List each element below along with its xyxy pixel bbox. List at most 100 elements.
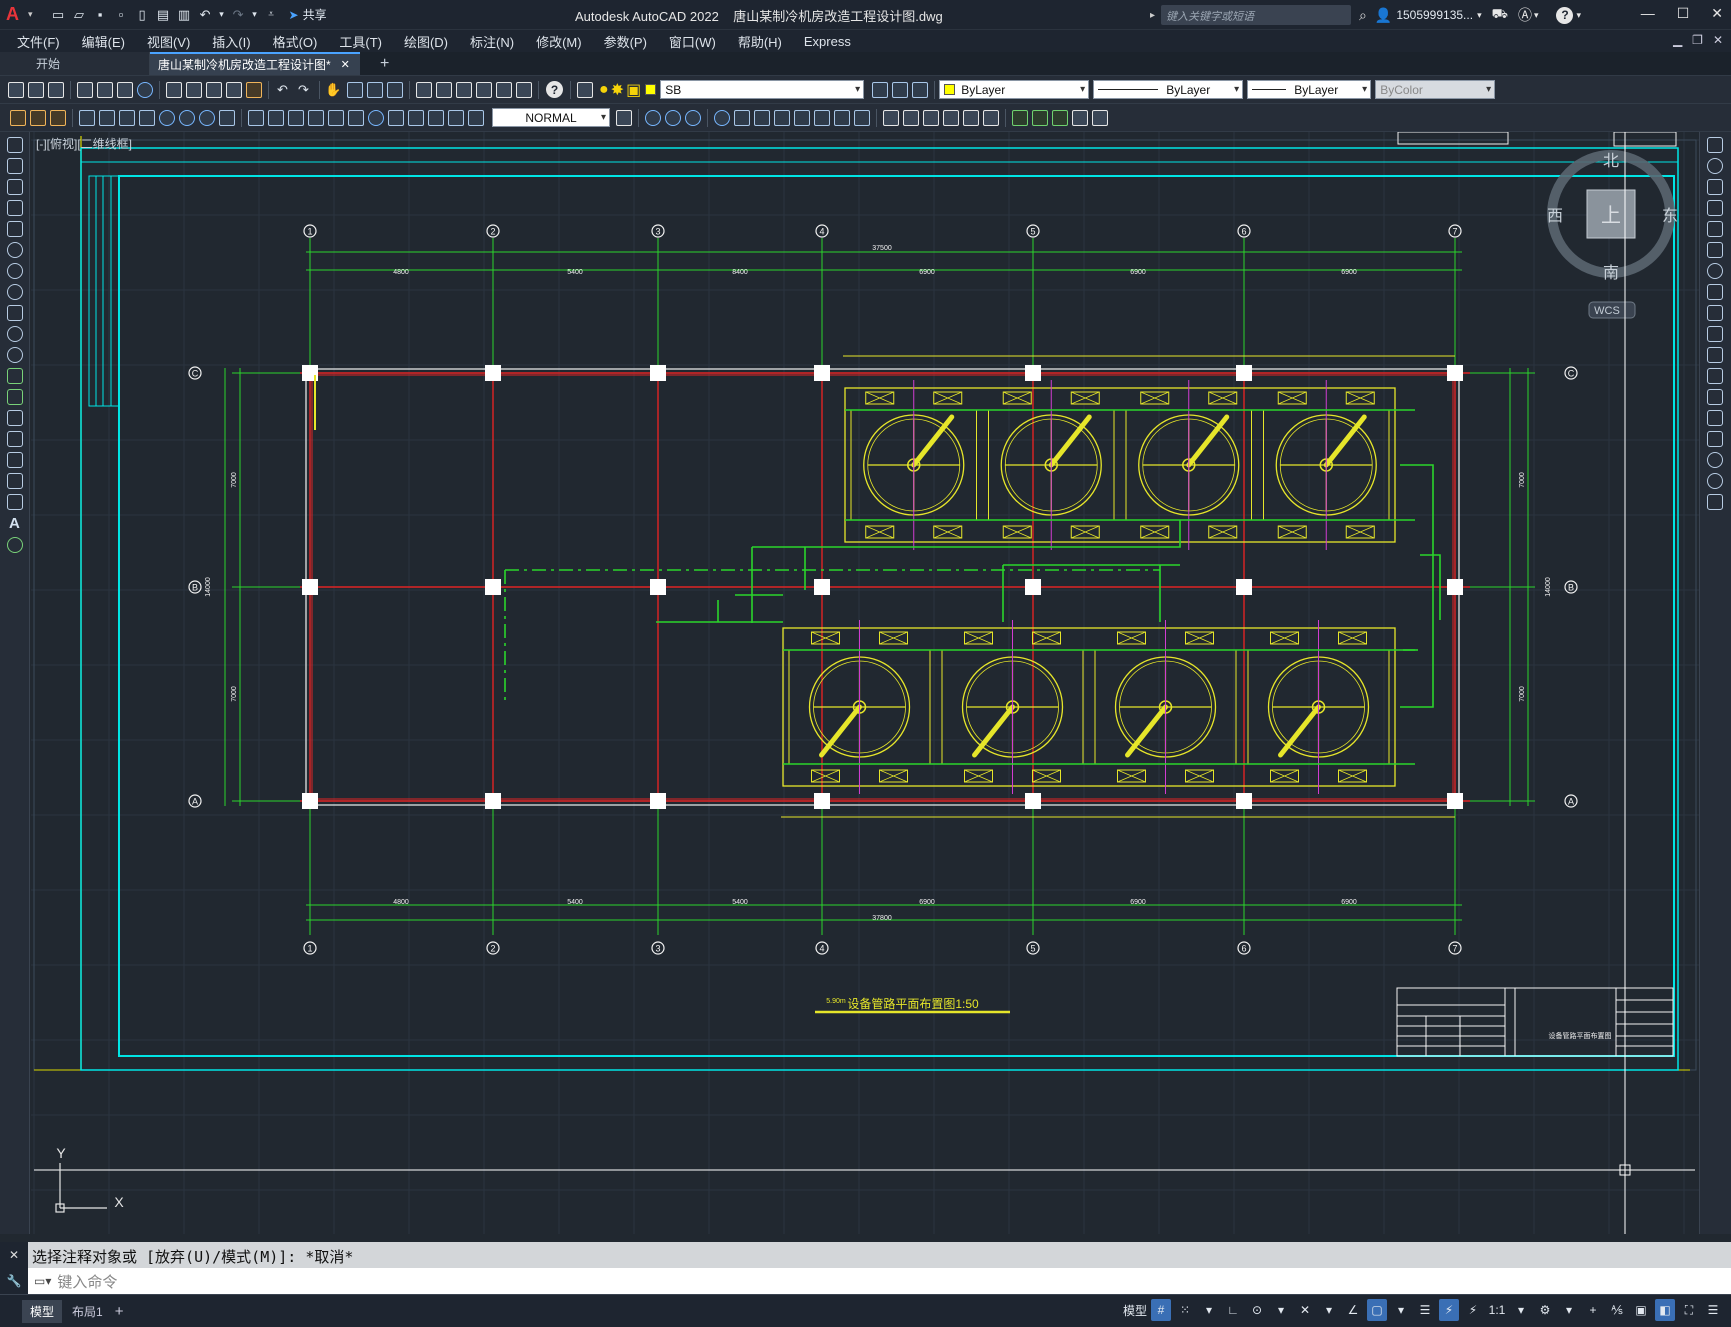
array-icon[interactable] xyxy=(1707,221,1723,237)
center-mark-icon[interactable] xyxy=(368,109,384,126)
ortho-icon[interactable]: ∟ xyxy=(1223,1299,1243,1321)
ucs-face-icon[interactable] xyxy=(774,109,790,126)
send-back-icon[interactable] xyxy=(50,109,66,126)
radius-dimension-icon[interactable] xyxy=(159,109,175,126)
new-tab-icon[interactable]: + xyxy=(380,55,389,73)
quickcalc-icon[interactable] xyxy=(516,81,532,98)
linetype-dropdown[interactable]: ByLayer ▾ xyxy=(1093,80,1244,99)
break-icon[interactable] xyxy=(1707,389,1723,405)
point-icon[interactable] xyxy=(7,410,23,426)
ordinate-dimension-icon[interactable] xyxy=(139,109,155,126)
cut-icon[interactable] xyxy=(166,81,182,98)
menu-item[interactable]: 工具(T) xyxy=(328,32,393,51)
menu-item[interactable]: 参数(P) xyxy=(593,32,658,51)
view-front-icon[interactable] xyxy=(645,109,661,126)
ucs-icon[interactable] xyxy=(714,109,730,126)
view-left-icon[interactable] xyxy=(685,109,701,126)
insert-block-icon[interactable] xyxy=(1012,109,1028,126)
stretch-icon[interactable] xyxy=(1707,305,1723,321)
trim-icon[interactable] xyxy=(1707,326,1723,342)
baseline-dimension-icon[interactable] xyxy=(268,109,284,126)
dimension-break-icon[interactable] xyxy=(328,109,344,126)
cart-icon[interactable]: ⛟ xyxy=(1492,6,1508,24)
construction-line-icon[interactable] xyxy=(7,158,23,174)
customize-status-icon[interactable]: ☰ xyxy=(1703,1299,1723,1321)
wcs-button[interactable]: WCS xyxy=(1594,305,1620,317)
dimstyle-dropdown[interactable]: NORMAL ▾ xyxy=(492,108,610,127)
color-dropdown[interactable]: ByLayer ▾ xyxy=(939,80,1090,99)
object-snap-icon[interactable]: ▢ xyxy=(1367,1299,1387,1321)
polar-tracking-icon[interactable]: ⊙ xyxy=(1247,1299,1267,1321)
undo-tool-icon[interactable]: ↶ xyxy=(273,80,292,99)
redo-dropdown-icon[interactable]: ▾ xyxy=(250,5,260,24)
3d-dwf-icon[interactable] xyxy=(137,81,153,98)
plotstyle-dropdown[interactable]: ByColor ▾ xyxy=(1375,80,1496,99)
pan-icon[interactable]: ✋ xyxy=(324,80,343,99)
plot-preview-icon[interactable] xyxy=(97,81,113,98)
zoom-window-icon[interactable] xyxy=(367,81,383,98)
menu-item[interactable]: 标注(N) xyxy=(459,32,525,51)
search-expand-icon[interactable]: ▸ xyxy=(1150,10,1155,21)
diameter-dimension-icon[interactable] xyxy=(199,109,215,126)
make-block-icon[interactable] xyxy=(1032,109,1048,126)
table-icon[interactable] xyxy=(7,494,23,510)
menu-item[interactable]: Express xyxy=(793,34,862,49)
annotation-visibility-icon[interactable]: ⚡ xyxy=(1439,1299,1459,1321)
annotation-scale-button[interactable]: 1:1 xyxy=(1487,1299,1507,1321)
tolerance-icon[interactable] xyxy=(348,109,364,126)
jogged-linear-icon[interactable] xyxy=(408,109,424,126)
search-icon[interactable]: ⌕ xyxy=(1359,7,1367,24)
inspection-icon[interactable] xyxy=(388,109,404,126)
continue-dimension-icon[interactable] xyxy=(288,109,304,126)
dimension-text-edit-icon[interactable] xyxy=(448,109,464,126)
copy-icon[interactable] xyxy=(186,81,202,98)
aligned-dimension-icon[interactable] xyxy=(99,109,115,126)
visual-style-icon[interactable] xyxy=(883,109,899,126)
region-icon[interactable] xyxy=(7,473,23,489)
help-tool-icon[interactable]: ? xyxy=(546,81,563,98)
bring-front-icon[interactable] xyxy=(30,109,46,126)
scale-dropdown-icon[interactable]: ▾ xyxy=(1511,1299,1531,1321)
blend-curves-icon[interactable] xyxy=(1707,473,1723,489)
ucs-view-icon[interactable] xyxy=(814,109,830,126)
customize-qat-icon[interactable]: ⩡ xyxy=(262,5,281,24)
viewport-icon[interactable] xyxy=(943,109,959,126)
ucs-previous-icon[interactable] xyxy=(754,109,770,126)
viewport-controls[interactable]: [-][俯视][二维线框] xyxy=(36,136,132,151)
dimstyle-manager-icon[interactable] xyxy=(616,109,632,126)
snap-mode-icon[interactable]: ⁙ xyxy=(1175,1299,1195,1321)
units-icon[interactable]: ⅍ xyxy=(1607,1299,1627,1321)
user-name[interactable]: 1505999135... xyxy=(1396,8,1473,22)
angular-dimension-icon[interactable] xyxy=(219,109,235,126)
print-icon[interactable]: ▥ xyxy=(175,5,194,24)
user-icon[interactable]: 👤 xyxy=(1375,7,1392,24)
move-icon[interactable] xyxy=(1707,242,1723,258)
zoom-previous-icon[interactable] xyxy=(387,81,403,98)
tab-layout1[interactable]: 布局1 xyxy=(62,1300,113,1323)
properties-icon[interactable] xyxy=(416,81,432,98)
menu-item[interactable]: 视图(V) xyxy=(136,32,201,51)
layer-previous-icon[interactable] xyxy=(892,81,909,98)
add-selected-icon[interactable] xyxy=(7,537,23,553)
tab-close-icon[interactable]: ✕ xyxy=(341,58,350,71)
snap-dropdown-icon[interactable]: ▾ xyxy=(1199,1299,1219,1321)
drawing-canvas[interactable]: 37500 4800 5400 8400 6900 6900 6900 4800 5400 540… xyxy=(31,132,1699,1234)
attach-xref-icon[interactable] xyxy=(1052,109,1068,126)
linear-dimension-icon[interactable] xyxy=(79,109,95,126)
break-at-point-icon[interactable] xyxy=(1707,368,1723,384)
tab-model[interactable]: 模型 xyxy=(22,1299,63,1323)
polygon-icon[interactable] xyxy=(7,200,23,216)
grid-display-icon[interactable]: # xyxy=(1151,1299,1171,1321)
multiline-text-icon[interactable]: A xyxy=(9,515,20,532)
menu-item[interactable]: 帮助(H) xyxy=(727,32,793,51)
arc-length-icon[interactable] xyxy=(119,109,135,126)
layer-properties-icon[interactable] xyxy=(577,81,593,98)
isolate-objects-icon[interactable]: ◧ xyxy=(1655,1299,1675,1321)
hyperlink-icon[interactable] xyxy=(1092,109,1108,126)
dimension-space-icon[interactable] xyxy=(308,109,324,126)
command-input[interactable]: 键入命令 xyxy=(57,1271,117,1292)
jogged-dimension-icon[interactable] xyxy=(179,109,195,126)
circle-icon[interactable] xyxy=(7,263,23,279)
fillet-icon[interactable] xyxy=(1707,452,1723,468)
web-mobile-icon[interactable]: ▯ xyxy=(133,5,152,24)
